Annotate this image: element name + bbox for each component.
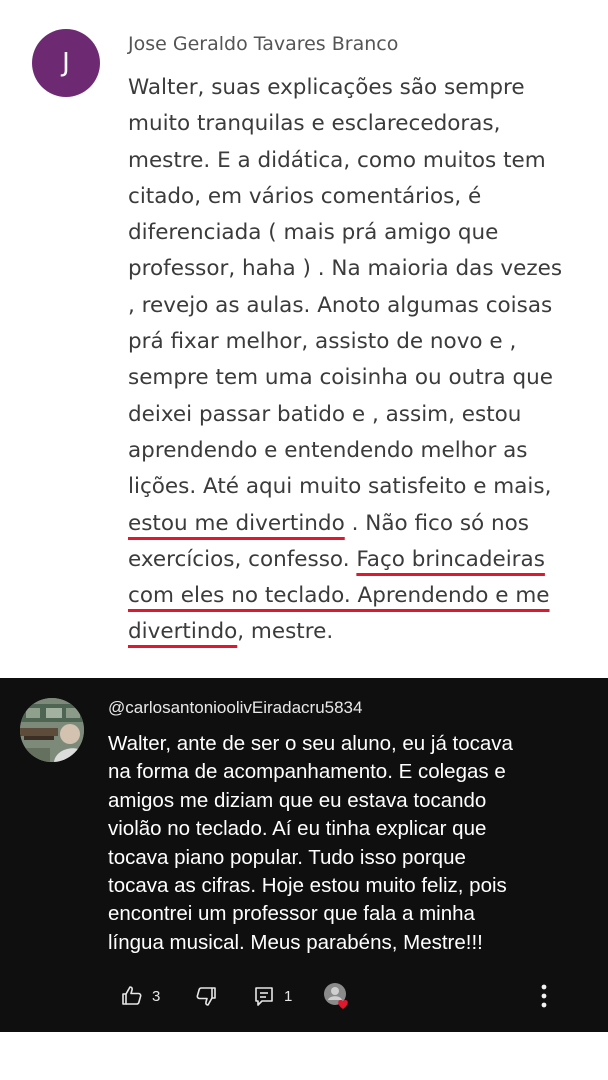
creator-heart-badge[interactable] bbox=[322, 982, 352, 1010]
comment-body: Walter, suas explicações são sempre muit… bbox=[128, 70, 598, 651]
comment-line: prá fixar melhor, assisto de novo e , bbox=[128, 329, 517, 355]
comment-line: sempre tem uma coisinha ou outra que bbox=[128, 365, 554, 391]
creator-heart-icon bbox=[324, 983, 348, 1009]
underlined-highlight: divertindo bbox=[128, 619, 238, 645]
comment-line: diferenciada ( mais prá amigo que bbox=[128, 220, 499, 246]
comment-line: Walter, suas explicações são sempre bbox=[128, 75, 525, 100]
comment-line: na forma de acompanhamento. E colegas e bbox=[108, 760, 506, 784]
more-vertical-icon bbox=[541, 984, 547, 1008]
comment-line: muito tranquilas e esclarecedoras, bbox=[128, 111, 501, 137]
avatar-photo[interactable] bbox=[20, 698, 84, 762]
comment-line: amigos me diziam que eu estava tocando bbox=[108, 788, 487, 812]
comment-line: mestre. E a didática, como muitos tem bbox=[128, 147, 546, 173]
comment-line: exercícios, confesso. Faço brincadeiras bbox=[128, 542, 598, 578]
comment-line: violão no teclado. Aí eu tinha explicar … bbox=[108, 817, 487, 841]
comment-line: com eles no teclado. Aprendendo e me bbox=[128, 578, 598, 614]
comment-text: exercícios, confesso. bbox=[128, 546, 357, 572]
comment-icon bbox=[255, 987, 273, 1006]
more-options-button[interactable] bbox=[532, 982, 556, 1010]
comment-line: professor, haha ) . Na maioria das vezes bbox=[128, 256, 563, 282]
comment-text: . Não fico só nos bbox=[344, 510, 530, 536]
comment-line: tocava piano popular. Tudo isso porque bbox=[108, 845, 466, 869]
comment-line: citado, em vários comentários, é bbox=[128, 183, 482, 209]
comment-line: língua musical. Meus parabéns, Mestre!!! bbox=[108, 930, 483, 954]
comment-author[interactable]: Jose Geraldo Tavares Branco bbox=[128, 33, 398, 55]
comment-body: Walter, ante de ser o seu aluno, eu já t… bbox=[108, 730, 588, 957]
comment-line: encontrei um professor que fala a minha bbox=[108, 902, 475, 926]
avatar-letter: J bbox=[62, 48, 70, 78]
comment-line: Walter, ante de ser o seu aluno, eu já t… bbox=[108, 732, 513, 755]
comment-text: , mestre. bbox=[237, 619, 334, 645]
comment-card-light: J Jose Geraldo Tavares Branco Walter, su… bbox=[0, 0, 608, 672]
comment-card-dark: @carlosantonioolivEiradacru5834 Walter, … bbox=[0, 678, 608, 1032]
avatar[interactable]: J bbox=[32, 29, 100, 97]
comment-author-handle[interactable]: @carlosantonioolivEiradacru5834 bbox=[108, 698, 362, 718]
comment-actions-bar: 3 1 bbox=[0, 976, 608, 1016]
dislike-button[interactable] bbox=[194, 982, 218, 1010]
avatar-photo-image bbox=[20, 698, 84, 762]
comment-line: estou me divertindo . Não fico só nos bbox=[128, 506, 598, 542]
reply-count: 1 bbox=[284, 987, 293, 1005]
comment-line: tocava as cifras. Hoje estou muito feliz… bbox=[108, 874, 507, 898]
reply-button[interactable]: 1 bbox=[252, 982, 292, 1010]
thumbs-down-icon bbox=[196, 987, 216, 1006]
thumbs-up-icon bbox=[122, 986, 142, 1005]
comment-line: aprendendo e entendendo melhor as bbox=[128, 437, 528, 463]
underlined-highlight: estou me divertindo bbox=[128, 510, 345, 536]
comment-line: , revejo as aulas. Anoto algumas coisas bbox=[128, 292, 553, 318]
comment-line: lições. Até aqui muito satisfeito e mais… bbox=[128, 474, 552, 500]
like-button[interactable]: 3 bbox=[120, 982, 160, 1010]
underlined-highlight: com eles no teclado. Aprendendo e me bbox=[128, 583, 550, 609]
comment-line: deixei passar batido e , assim, estou bbox=[128, 401, 522, 427]
underlined-highlight: Faço brincadeiras bbox=[356, 546, 545, 572]
like-count: 3 bbox=[152, 987, 161, 1005]
comment-line: divertindo, mestre. bbox=[128, 614, 598, 650]
